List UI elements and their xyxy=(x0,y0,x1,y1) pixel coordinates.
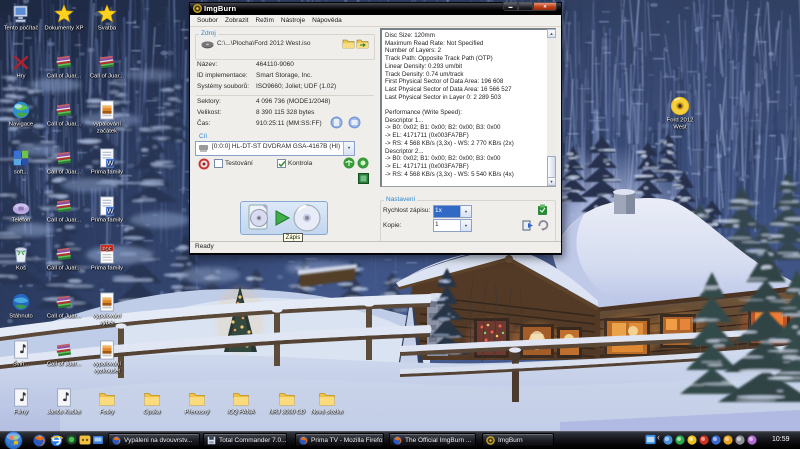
svg-text:PDF: PDF xyxy=(102,246,111,251)
svg-text:W: W xyxy=(107,207,114,216)
svg-text:W: W xyxy=(107,159,114,168)
